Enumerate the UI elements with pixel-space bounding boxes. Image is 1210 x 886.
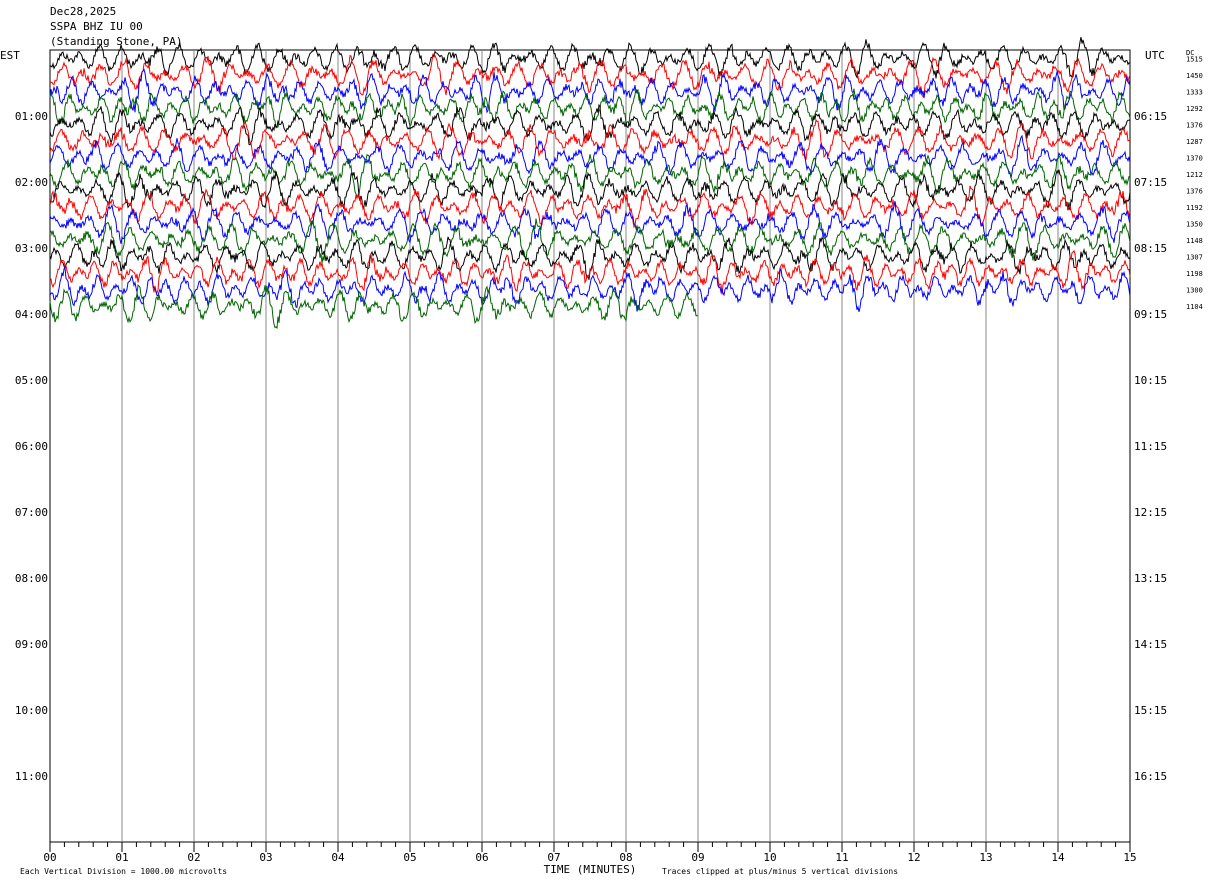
x-tick-label: 10	[763, 851, 776, 864]
utc-hour-label: 16:15	[1134, 770, 1167, 783]
x-tick-label: 01	[115, 851, 128, 864]
x-tick-label: 06	[475, 851, 488, 864]
x-tick-label: 02	[187, 851, 200, 864]
x-tick-label: 09	[691, 851, 704, 864]
dc-offset-label: 1104	[1186, 303, 1203, 311]
dc-offset-label: 1350	[1186, 220, 1203, 228]
dc-offset-label: 1370	[1186, 154, 1203, 162]
est-hour-label: 01:00	[15, 110, 48, 123]
dc-offset-label: 1192	[1186, 204, 1203, 212]
x-tick-label: 03	[259, 851, 272, 864]
dc-offset-label: 1148	[1186, 237, 1203, 245]
est-hour-label: 04:00	[15, 308, 48, 321]
x-axis-title: TIME (MINUTES)	[544, 863, 637, 876]
x-tick-label: 13	[979, 851, 992, 864]
utc-hour-label: 12:15	[1134, 506, 1167, 519]
dc-offset-label: 1212	[1186, 171, 1203, 179]
x-tick-label: 00	[43, 851, 56, 864]
dc-offset-label: 1376	[1186, 187, 1203, 195]
est-hour-label: 03:00	[15, 242, 48, 255]
x-tick-label: 05	[403, 851, 416, 864]
seismic-trace	[49, 103, 1131, 146]
x-tick-label: 12	[907, 851, 920, 864]
utc-hour-label: 06:15	[1134, 110, 1167, 123]
utc-hour-label: 14:15	[1134, 638, 1167, 651]
dc-offset-label: 1333	[1186, 88, 1203, 96]
est-hour-label: 05:00	[15, 374, 48, 387]
est-hour-label: 11:00	[15, 770, 48, 783]
utc-hour-label: 08:15	[1134, 242, 1167, 255]
x-tick-label: 15	[1123, 851, 1136, 864]
utc-hour-label: 09:15	[1134, 308, 1167, 321]
utc-hour-label: 11:15	[1134, 440, 1167, 453]
est-hour-label: 09:00	[15, 638, 48, 651]
helicorder-plot: 00 01 02 03 04 05 06 07 08 09 10 11 12 13 14 15TIME (MI…	[15, 37, 1203, 876]
dc-offset-label: 1198	[1186, 270, 1203, 278]
seismic-trace	[49, 169, 1131, 211]
plot-frame	[49, 49, 1131, 843]
utc-hour-label: 10:15	[1134, 374, 1167, 387]
dc-offset-label: 1292	[1186, 105, 1203, 113]
dc-offset-label: 1300	[1186, 286, 1203, 294]
dc-offset-label: 1307	[1186, 253, 1203, 261]
utc-hour-label: 15:15	[1134, 704, 1167, 717]
x-tick-label: 04	[331, 851, 345, 864]
est-hour-label: 06:00	[15, 440, 48, 453]
seismic-trace	[49, 284, 699, 330]
utc-hour-label: 07:15	[1134, 176, 1167, 189]
est-hour-label: 08:00	[15, 572, 48, 585]
dc-offset-label: 1376	[1186, 121, 1203, 129]
est-hour-label: 02:00	[15, 176, 48, 189]
dc-offset-label: 1450	[1186, 72, 1203, 80]
dc-offset-label: 1515	[1186, 55, 1203, 63]
utc-hour-label: 13:15	[1134, 572, 1167, 585]
x-tick-label: 14	[1051, 851, 1065, 864]
est-hour-label: 10:00	[15, 704, 48, 717]
x-tick-label: 11	[835, 851, 848, 864]
dc-offset-label: 1287	[1186, 138, 1203, 146]
seismic-trace	[49, 88, 1131, 129]
est-hour-label: 07:00	[15, 506, 48, 519]
